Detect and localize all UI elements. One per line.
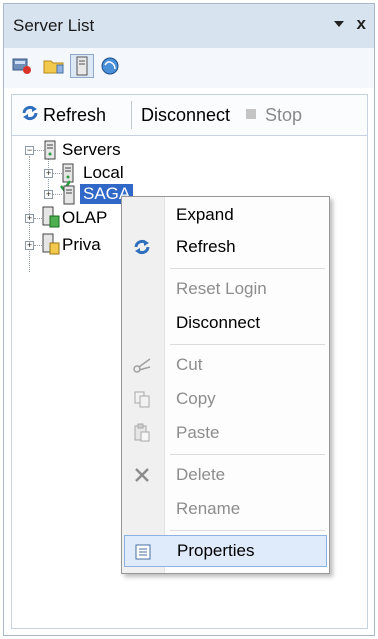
delete-x-icon: [131, 464, 153, 486]
menu-separator: [170, 454, 325, 455]
private-server-icon: [42, 233, 60, 260]
folder-view-icon[interactable]: [42, 54, 66, 78]
expand-saga-toggle[interactable]: +: [44, 190, 53, 199]
collapse-servers-toggle[interactable]: −: [25, 146, 34, 155]
menu-item-copy[interactable]: Copy: [122, 383, 329, 415]
menu-item-cut[interactable]: Cut: [122, 349, 329, 381]
scissors-icon: [131, 354, 153, 376]
server-list-view-icon[interactable]: [10, 54, 34, 78]
menu-item-delete[interactable]: Delete: [122, 459, 329, 491]
refresh-icon: [20, 103, 40, 128]
panel-titlebar: Server List x: [4, 4, 374, 49]
menu-item-label: Copy: [176, 389, 216, 408]
copy-icon: [131, 388, 153, 410]
menu-separator: [170, 530, 325, 531]
menu-item-label: Cut: [176, 355, 203, 374]
menu-item-properties[interactable]: Properties: [124, 535, 327, 567]
server-icon: [44, 140, 56, 165]
toolbar-separator: [131, 101, 132, 129]
menu-item-label: Delete: [176, 465, 226, 484]
paste-icon: [131, 422, 153, 444]
globe-refresh-icon[interactable]: [98, 54, 122, 78]
menu-item-label: Disconnect: [176, 313, 261, 332]
menu-separator: [170, 344, 325, 345]
expand-private-toggle[interactable]: +: [25, 241, 34, 250]
menu-separator: [170, 268, 325, 269]
menu-item-disconnect[interactable]: Disconnect: [122, 307, 329, 339]
refresh-button[interactable]: Refresh: [43, 105, 106, 126]
stop-icon: [246, 109, 256, 119]
menu-item-label: Properties: [177, 541, 255, 560]
panel-title: Server List: [13, 16, 95, 35]
properties-icon: [132, 541, 154, 563]
menu-item-label: Paste: [176, 423, 220, 442]
menu-item-label: Expand: [176, 205, 234, 224]
expand-olap-toggle[interactable]: +: [25, 214, 34, 223]
menu-item-reset-login[interactable]: Reset Login: [122, 273, 329, 305]
olap-server-icon: [42, 206, 60, 233]
server-view-icon[interactable]: [70, 54, 94, 78]
dropdown-arrow-icon[interactable]: [334, 21, 344, 27]
tree-node-servers[interactable]: Servers: [62, 140, 121, 160]
expand-local-toggle[interactable]: +: [44, 169, 53, 178]
view-toolbar: [4, 48, 374, 88]
menu-item-rename[interactable]: Rename: [122, 493, 329, 525]
tree-node-olap[interactable]: OLAP: [62, 208, 107, 228]
close-icon[interactable]: x: [357, 14, 366, 34]
menu-item-refresh[interactable]: Refresh: [122, 231, 329, 263]
context-menu: Expand Refresh Reset Login Disconnect Cu…: [121, 196, 330, 574]
menu-item-expand[interactable]: Expand: [122, 199, 329, 231]
disconnect-button[interactable]: Disconnect: [141, 105, 230, 126]
menu-item-paste[interactable]: Paste: [122, 417, 329, 449]
menu-item-label: Refresh: [176, 237, 236, 256]
refresh-icon: [131, 236, 153, 258]
menu-item-label: Rename: [176, 499, 241, 518]
tree-node-private[interactable]: Priva: [62, 235, 101, 255]
connected-server-icon: [60, 180, 78, 211]
command-toolbar: Refresh Disconnect Stop: [11, 94, 368, 136]
stop-button[interactable]: Stop: [265, 105, 302, 126]
tree-node-local[interactable]: Local: [83, 163, 124, 183]
menu-item-label: Reset Login: [176, 279, 267, 298]
